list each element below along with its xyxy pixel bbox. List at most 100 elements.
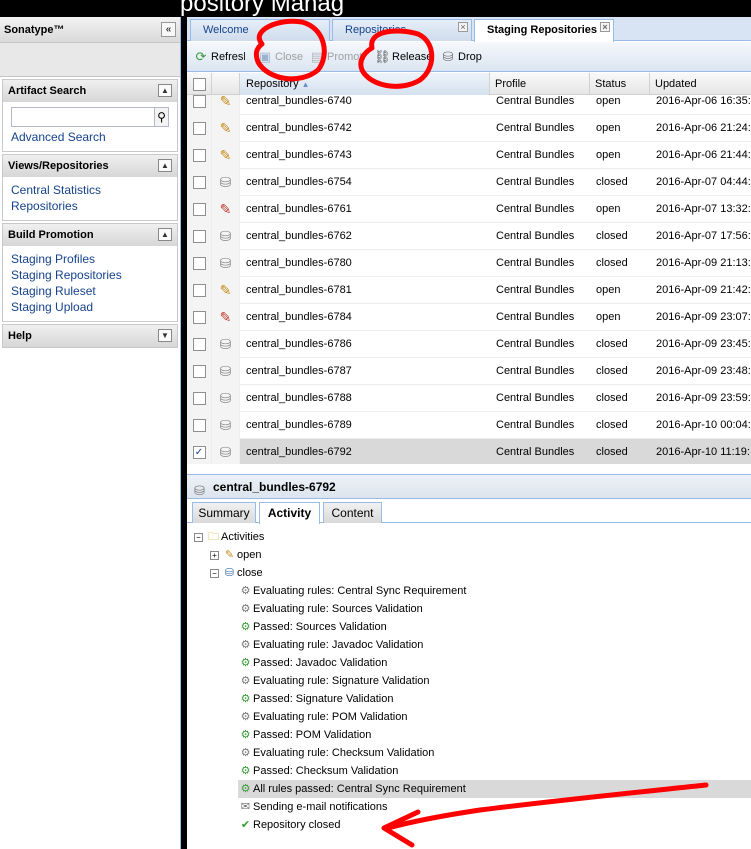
close-tab-icon[interactable]: × [600, 22, 610, 32]
tree-node[interactable]: ⚙ Evaluating rule: POM Validation [238, 708, 408, 726]
row-checkbox-cell[interactable] [187, 169, 212, 196]
column-header-profile[interactable]: Profile [490, 73, 590, 95]
table-row[interactable]: ✎ central_bundles-6784 Central Bundles open… [187, 304, 751, 331]
row-checkbox-cell[interactable] [187, 331, 212, 358]
tree-node[interactable]: ⚙ Passed: Javadoc Validation [238, 654, 388, 672]
table-row[interactable]: ⛁ central_bundles-6762 Central Bundles clos… [187, 223, 751, 250]
table-row[interactable]: ⛁ central_bundles-6789 Central Bundles clos… [187, 412, 751, 439]
row-checkbox[interactable] [192, 256, 206, 270]
panel-header[interactable]: Artifact Search ▲ [3, 80, 177, 102]
tab-repositories[interactable]: Repositories × [332, 19, 472, 41]
row-checkbox-cell[interactable] [187, 412, 212, 439]
tree-node[interactable]: − ⛁ close [210, 564, 263, 582]
link-staging-upload[interactable]: Staging Upload [11, 299, 169, 315]
drop-button[interactable]: ⛁ Drop [440, 48, 482, 66]
row-checkbox-cell[interactable] [187, 223, 212, 250]
row-checkbox[interactable] [192, 364, 206, 378]
link-staging-profiles[interactable]: Staging Profiles [11, 251, 169, 267]
row-checkbox[interactable] [192, 391, 206, 405]
collapse-panel-icon[interactable]: ▲ [158, 159, 172, 172]
table-row[interactable]: ✎ central_bundles-6740 Central Bundles open… [187, 95, 751, 115]
search-icon[interactable]: ⚲ [155, 107, 169, 127]
link-repositories[interactable]: Repositories [11, 198, 169, 214]
tree-node[interactable]: ⚙ Passed: POM Validation [238, 726, 372, 744]
tree-node[interactable]: ⚙ Evaluating rule: Checksum Validation [238, 744, 435, 762]
panel-header[interactable]: Build Promotion ▲ [3, 224, 177, 246]
tree-node[interactable]: ⚙ All rules passed: Central Sync Requirem… [238, 780, 751, 798]
expand-node-icon[interactable]: + [210, 550, 219, 560]
panel-header[interactable]: Views/Repositories ▲ [3, 155, 177, 177]
tree-node[interactable]: ⚙ Evaluating rule: Javadoc Validation [238, 636, 424, 654]
link-advanced-search[interactable]: Advanced Search [11, 129, 169, 145]
tab-activity[interactable]: Activity [259, 502, 320, 524]
tree-node[interactable]: − 🗀 Activities [194, 528, 264, 546]
select-all-checkbox[interactable] [187, 73, 212, 95]
tree-node[interactable]: ⚙ Evaluating rules: Central Sync Requirem… [238, 582, 467, 600]
row-checkbox-cell[interactable] [187, 304, 212, 331]
collapse-sidebar-icon[interactable]: « [161, 22, 176, 37]
tree-node[interactable]: ⚙ Passed: Sources Validation [238, 618, 387, 636]
table-row[interactable]: ⛁ central_bundles-6788 Central Bundles clos… [187, 385, 751, 412]
row-checkbox[interactable] [192, 121, 206, 135]
row-checkbox-cell[interactable] [187, 115, 212, 142]
tree-node[interactable]: ⚙ Evaluating rule: Signature Validation [238, 672, 430, 690]
table-row[interactable]: ⛁ central_bundles-6787 Central Bundles clos… [187, 358, 751, 385]
tree-node[interactable]: ✔ Repository closed [238, 816, 341, 834]
row-checkbox-cell[interactable] [187, 385, 212, 412]
expand-panel-icon[interactable]: ▼ [158, 329, 172, 342]
tree-node[interactable]: ✉ Sending e-mail notifications [238, 798, 388, 816]
row-checkbox-cell[interactable] [187, 250, 212, 277]
tab-summary[interactable]: Summary [192, 502, 256, 523]
refresh-button[interactable]: ⟳Refresh [193, 48, 245, 66]
tree-node[interactable]: ⚙ Evaluating rule: Sources Validation [238, 600, 423, 618]
table-row[interactable]: ✎ central_bundles-6761 Central Bundles open… [187, 196, 751, 223]
row-checkbox[interactable] [192, 202, 206, 216]
row-checkbox[interactable] [192, 148, 206, 162]
panel-header[interactable]: Help ▼ [3, 325, 177, 347]
table-row[interactable]: ✎ central_bundles-6742 Central Bundles open… [187, 115, 751, 142]
artifact-search-input[interactable] [11, 107, 155, 127]
table-row[interactable]: ⛁ central_bundles-6780 Central Bundles clos… [187, 250, 751, 277]
tree-node[interactable]: ⚙ Passed: Signature Validation [238, 690, 394, 708]
checkbox[interactable] [193, 77, 206, 91]
row-checkbox[interactable]: ✓ [192, 445, 206, 459]
row-checkbox-cell[interactable] [187, 196, 212, 223]
tab-content[interactable]: Content [323, 502, 382, 523]
gear-icon: ⚙ [240, 747, 251, 759]
table-row[interactable]: ✎ central_bundles-6743 Central Bundles open… [187, 142, 751, 169]
row-checkbox-cell[interactable] [187, 277, 212, 304]
promote-button[interactable]: ▤ Promote [309, 48, 365, 66]
row-checkbox-cell[interactable] [187, 95, 212, 115]
collapse-panel-icon[interactable]: ▲ [158, 84, 172, 97]
table-row[interactable]: ✓ ⛁ central_bundles-6792 Central Bundles clo… [187, 439, 751, 464]
row-checkbox[interactable] [192, 229, 206, 243]
link-staging-ruleset[interactable]: Staging Ruleset [11, 283, 169, 299]
column-header-repository[interactable]: Repository ▲ [240, 73, 490, 95]
table-row[interactable]: ✎ central_bundles-6781 Central Bundles open… [187, 277, 751, 304]
row-checkbox-cell[interactable]: ✓ [187, 439, 212, 464]
row-checkbox[interactable] [192, 95, 206, 108]
tab-staging-repositories[interactable]: Staging Repositories × [474, 19, 614, 42]
link-central-statistics[interactable]: Central Statistics [11, 182, 169, 198]
collapse-node-icon[interactable]: − [210, 568, 219, 578]
tree-node[interactable]: ⚙ Passed: Checksum Validation [238, 762, 399, 780]
row-checkbox[interactable] [192, 310, 206, 324]
collapse-node-icon[interactable]: − [194, 532, 203, 542]
release-button[interactable]: ⛓ Release [374, 48, 432, 66]
tree-node[interactable]: + ✎ open [210, 546, 261, 564]
link-staging-repositories[interactable]: Staging Repositories [11, 267, 169, 283]
table-row[interactable]: ⛁ central_bundles-6754 Central Bundles clos… [187, 169, 751, 196]
row-checkbox[interactable] [192, 283, 206, 297]
collapse-panel-icon[interactable]: ▲ [158, 228, 172, 241]
row-checkbox[interactable] [192, 175, 206, 189]
row-checkbox-cell[interactable] [187, 358, 212, 385]
close-tab-icon[interactable]: × [458, 22, 468, 32]
column-header-status[interactable]: Status [590, 73, 650, 95]
row-checkbox[interactable] [192, 418, 206, 432]
column-header-updated[interactable]: Updated [650, 73, 751, 95]
row-checkbox[interactable] [192, 337, 206, 351]
row-checkbox-cell[interactable] [187, 142, 212, 169]
close-button[interactable]: ▣ Close [257, 48, 303, 66]
table-row[interactable]: ⛁ central_bundles-6786 Central Bundles clos… [187, 331, 751, 358]
tab-welcome[interactable]: Welcome [190, 19, 330, 41]
